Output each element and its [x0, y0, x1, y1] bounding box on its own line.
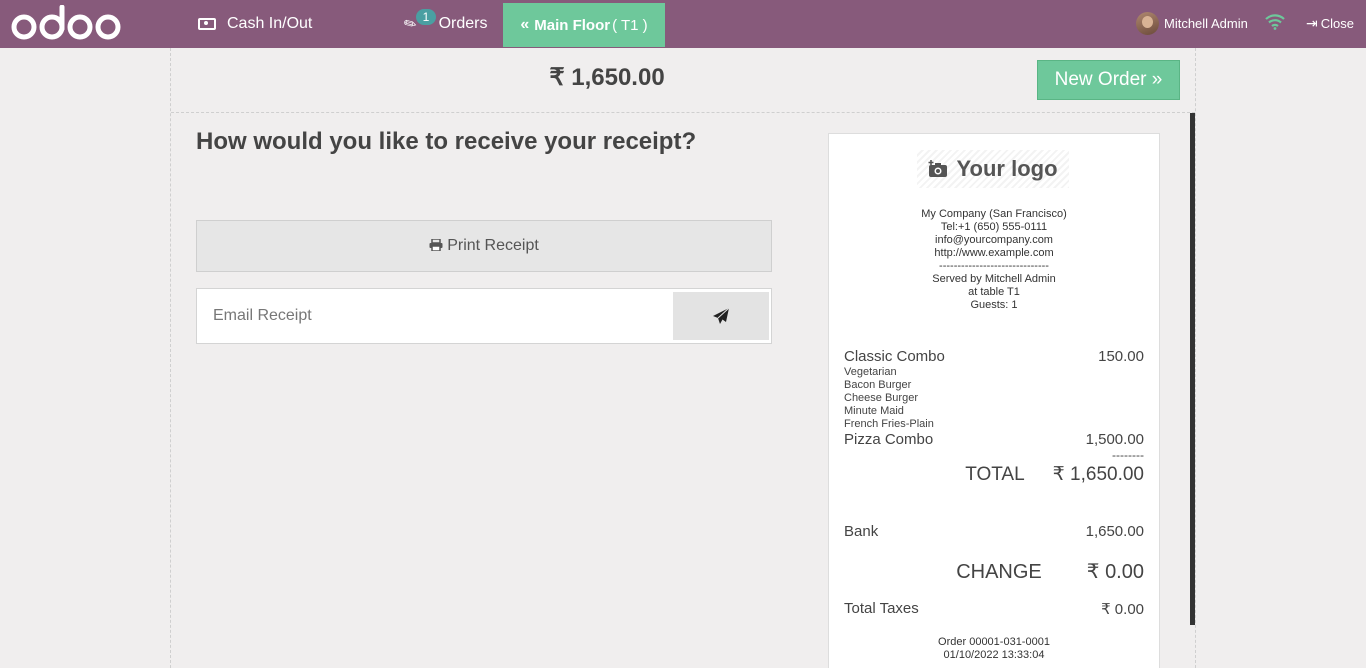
company-phone: Tel:+1 (650) 555-0111 — [940, 221, 1048, 233]
order-date: 01/10/2022 13:33:04 — [943, 649, 1045, 661]
receipt-preview: Your logo My Company (San Francisco) Tel… — [828, 133, 1160, 668]
total-label: TOTAL — [965, 464, 1025, 485]
payment-amount: 1,650.00 — [1085, 523, 1144, 540]
wifi-icon — [1265, 14, 1285, 30]
close-label: Close — [1320, 16, 1354, 31]
receipt-options: How would you like to receive your recei… — [196, 128, 772, 344]
new-order-button[interactable]: New Order » — [1037, 60, 1180, 100]
avatar — [1136, 12, 1159, 35]
main-floor-button[interactable]: « Main Floor ( T1 ) — [503, 3, 665, 47]
header-divider: ------------------------------ — [939, 260, 1049, 272]
taxes-line: Total Taxes ₹ 0.00 — [844, 600, 1144, 618]
change-line: CHANGE ₹ 0.00 — [844, 559, 1144, 584]
top-bar: Cash In/Out ✎ 1 Orders « Main Floor ( T1… — [0, 0, 1366, 48]
line-subitem: Cheese Burger — [844, 392, 918, 404]
company-email: info@yourcompany.com — [935, 234, 1053, 246]
change-label: CHANGE — [956, 561, 1042, 583]
payment-method: Bank — [844, 523, 879, 540]
receipt-line: Pizza Combo 1,500.00 — [844, 431, 1144, 449]
total-separator: -------- — [1112, 448, 1144, 462]
taxes-value: ₹ 0.00 — [1101, 601, 1144, 618]
user-menu[interactable]: Mitchell Admin — [1136, 12, 1248, 35]
line-subitem: French Fries-Plain — [844, 418, 934, 430]
top-content: ₹ 1,650.00 New Order » — [171, 48, 1195, 113]
receipt-line: Classic Combo 150.00 — [844, 348, 1144, 366]
line-subitem: Minute Maid — [844, 405, 904, 417]
payment-line: Bank 1,650.00 — [844, 523, 1144, 540]
receipt-logo: Your logo — [917, 150, 1069, 188]
receipt-question: How would you like to receive your recei… — [196, 128, 697, 155]
line-price: 1,500.00 — [1085, 431, 1144, 448]
email-receipt-input[interactable] — [213, 301, 663, 331]
orders-count-badge: 1 — [416, 9, 436, 25]
table-info: at table T1 — [968, 286, 1020, 298]
sign-out-icon: ⇥ — [1306, 15, 1318, 31]
orders-button[interactable]: ✎ 1 Orders — [401, 0, 488, 48]
paper-plane-icon — [712, 308, 729, 324]
cash-in-out-label: Cash In/Out — [227, 15, 313, 32]
line-price: 150.00 — [1098, 348, 1144, 365]
camera-plus-icon — [928, 160, 948, 177]
receipt-screen: ₹ 1,650.00 New Order » How would you lik… — [170, 48, 1196, 668]
receipt-scrollbar[interactable] — [1190, 113, 1195, 625]
receipt-lines: Classic Combo 150.00 Vegetarian Bacon Bu… — [844, 348, 1144, 486]
printer-icon — [429, 237, 443, 254]
floor-label: Main Floor — [534, 16, 611, 34]
company-name: My Company (San Francisco) — [921, 208, 1067, 220]
order-number: Order 00001-031-0001 — [938, 636, 1050, 648]
total-due: ₹ 1,650.00 — [549, 64, 665, 91]
order-reference: Order 00001-031-0001 01/10/2022 13:33:04 — [829, 636, 1159, 662]
change-value: ₹ 0.00 — [1086, 561, 1144, 583]
company-website: http://www.example.com — [934, 247, 1054, 259]
served-by: Served by Mitchell Admin — [932, 273, 1056, 285]
line-product-name: Pizza Combo — [844, 431, 934, 448]
total-value: ₹ 1,650.00 — [1052, 464, 1144, 485]
line-subitem: Bacon Burger — [844, 379, 912, 391]
receipt-header: My Company (San Francisco) Tel:+1 (650) … — [829, 208, 1159, 312]
taxes-label: Total Taxes — [844, 600, 919, 617]
close-button[interactable]: ⇥ Close — [1306, 15, 1354, 32]
odoo-logo — [11, 5, 121, 40]
receipt-logo-text: Your logo — [956, 156, 1058, 181]
email-receipt-box — [196, 288, 772, 344]
line-subitem: Vegetarian — [844, 366, 897, 378]
receipt-total: TOTAL ₹ 1,650.00 — [844, 463, 1144, 486]
orders-label: Orders — [438, 15, 488, 32]
line-product-name: Classic Combo — [844, 348, 945, 365]
print-receipt-label: Print Receipt — [447, 237, 539, 254]
money-icon — [198, 18, 216, 30]
cash-in-out-button[interactable]: Cash In/Out — [198, 0, 312, 48]
print-receipt-button[interactable]: Print Receipt — [196, 220, 772, 272]
double-chevron-left-icon: « — [520, 16, 530, 33]
table-label: ( T1 ) — [612, 16, 648, 34]
user-name: Mitchell Admin — [1164, 16, 1248, 31]
guests-info: Guests: 1 — [970, 299, 1018, 311]
send-email-button[interactable] — [673, 292, 769, 340]
